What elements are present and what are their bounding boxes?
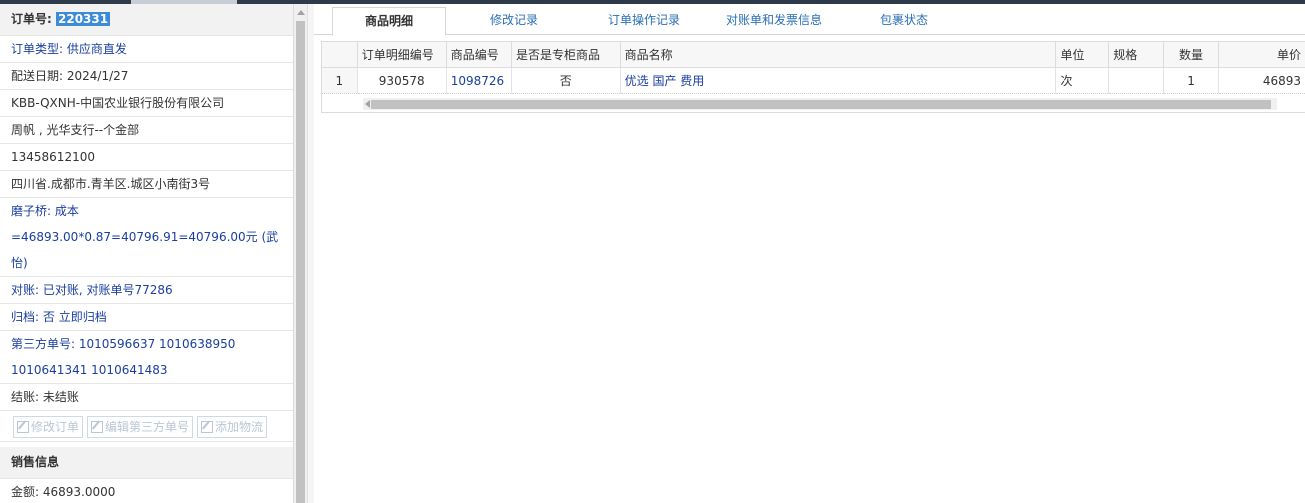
add-logistics-button[interactable]: 添加物流 [197, 416, 268, 438]
reconcile-value: 已对账, 对账单号77286 [42, 283, 173, 297]
order-id-row: 订单号: 220331 [0, 4, 293, 36]
tab-statement-invoice[interactable]: 对账单和发票信息 [714, 7, 834, 34]
scroll-up-arrow-icon[interactable] [297, 10, 305, 15]
reconcile-label: 对账: [11, 283, 40, 297]
col-header-counter[interactable]: 是否是专柜商品 [511, 42, 621, 68]
order-type-value: 供应商直发 [66, 42, 127, 56]
grid-horizontal-scrollbar[interactable] [363, 98, 1277, 110]
col-header-quantity[interactable]: 数量 [1163, 42, 1219, 68]
edit-icon [17, 421, 29, 433]
sales-section-title: 销售信息 [0, 447, 293, 479]
edit-order-button[interactable]: 修改订单 [13, 416, 84, 438]
grid-scroll-thumb[interactable] [371, 100, 1271, 109]
settle-row: 结账: 未结账 [0, 384, 293, 411]
order-id-value[interactable]: 220331 [56, 12, 111, 26]
settle-value: 未结账 [42, 390, 79, 404]
cost-note-row: 磨子桥: 成本=46893.00*0.87=40796.91=40796.00元… [0, 198, 293, 277]
cell-product-name-link[interactable]: 优选 国产 费用 [620, 67, 1057, 94]
order-info-panel: 订单号: 220331 订单类型: 供应商直发 配送日期: 2024/1/27 … [0, 4, 294, 503]
sales-amount-row: 金额: 46893.0000 [0, 479, 293, 503]
table-row[interactable]: 1 930578 1098726 否 优选 国产 费用 次 1 46893 [322, 67, 1305, 94]
table-header-row: 订单明细编号 商品编号 是否是专柜商品 商品名称 单位 规格 数量 单价 [322, 42, 1305, 68]
archive-row: 归档: 否 立即归档 [0, 304, 293, 331]
cell-unit-price: 46893 [1218, 67, 1305, 94]
cost-note-value: 成本=46893.00*0.87=40796.91=40796.00元 (武怡) [11, 204, 279, 270]
cell-unit: 次 [1055, 67, 1110, 94]
cell-product-no-link[interactable]: 1098726 [446, 67, 512, 94]
edit-icon [91, 421, 104, 433]
tab-package-status[interactable]: 包裹状态 [859, 7, 949, 34]
contact-phone: 13458612100 [0, 144, 293, 171]
archive-label: 归档: [11, 310, 40, 324]
sales-amount-label: 金额: [11, 485, 40, 499]
edit-icon [201, 421, 214, 433]
settle-label: 结账: [11, 390, 40, 404]
sales-amount-value: 46893.0000 [42, 485, 116, 499]
product-table: 订单明细编号 商品编号 是否是专柜商品 商品名称 单位 规格 数量 单价 1 9… [322, 42, 1305, 94]
delivery-address: 四川省.成都市.青羊区.城区小南街3号 [0, 171, 293, 198]
cost-note-label: 磨子桥: [11, 204, 52, 218]
col-header-index [322, 42, 358, 68]
row-index: 1 [322, 67, 358, 94]
contact-person: 周帆 , 光华支行--个金部 [0, 117, 293, 144]
col-header-unit[interactable]: 单位 [1055, 42, 1110, 68]
third-party-row: 第三方单号: 1010596637 1010638950 1010641341 … [0, 331, 293, 384]
delivery-date: 配送日期: 2024/1/27 [0, 63, 293, 90]
col-header-unit-price[interactable]: 单价 [1218, 42, 1305, 68]
detail-panel: 商品明细 修改记录 订单操作记录 对账单和发票信息 包裹状态 订单明细编号 商品… [314, 4, 1305, 503]
add-logistics-label: 添加物流 [215, 420, 264, 434]
customer-name: KBB-QXNH-中国农业银行股份有限公司 [0, 90, 293, 117]
left-scrollbar[interactable] [294, 4, 307, 503]
action-bar: 修改订单 编辑第三方单号 添加物流 [0, 411, 293, 442]
col-header-product-no[interactable]: 商品编号 [446, 42, 512, 68]
tab-product-details[interactable]: 商品明细 [332, 7, 446, 36]
reconcile-row: 对账: 已对账, 对账单号77286 [0, 277, 293, 304]
col-header-product-name[interactable]: 商品名称 [620, 42, 1057, 68]
col-header-spec[interactable]: 规格 [1108, 42, 1165, 68]
detail-tabs: 商品明细 修改记录 订单操作记录 对账单和发票信息 包裹状态 [314, 4, 1305, 36]
cell-detail-no: 930578 [357, 67, 447, 94]
tab-change-log[interactable]: 修改记录 [464, 7, 564, 34]
order-type-row: 订单类型: 供应商直发 [0, 36, 293, 63]
order-id-label: 订单号: [11, 12, 52, 26]
edit-third-party-button[interactable]: 编辑第三方单号 [87, 416, 194, 438]
scroll-left-arrow-icon[interactable] [365, 100, 370, 108]
order-type-label: 订单类型: [11, 42, 64, 56]
cell-spec [1108, 67, 1165, 94]
edit-third-party-label: 编辑第三方单号 [105, 420, 190, 434]
archive-link[interactable]: 否 立即归档 [43, 310, 107, 324]
cell-quantity: 1 [1163, 67, 1219, 94]
edit-order-label: 修改订单 [31, 420, 80, 434]
third-party-label: 第三方单号: [11, 337, 76, 351]
tab-order-operation-log[interactable]: 订单操作记录 [589, 7, 699, 34]
product-grid: 订单明细编号 商品编号 是否是专柜商品 商品名称 单位 规格 数量 单价 1 9… [321, 41, 1305, 113]
col-header-detail-no[interactable]: 订单明细编号 [357, 42, 447, 68]
left-scroll-thumb[interactable] [296, 21, 305, 503]
cell-counter: 否 [511, 67, 621, 94]
